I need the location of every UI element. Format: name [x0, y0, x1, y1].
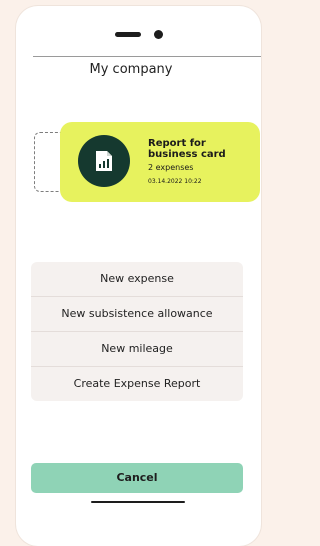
- report-title: Report for business card: [148, 138, 226, 160]
- new-subsistence-allowance-button[interactable]: New subsistence allowance: [31, 297, 243, 332]
- document-chart-icon: [78, 135, 130, 187]
- front-camera: [154, 30, 163, 39]
- header-divider: [33, 56, 261, 57]
- home-indicator[interactable]: [91, 501, 185, 503]
- create-expense-report-button[interactable]: Create Expense Report: [31, 367, 243, 401]
- new-expense-button[interactable]: New expense: [31, 262, 243, 297]
- company-title: My company: [89, 62, 173, 77]
- cancel-button[interactable]: Cancel: [31, 463, 243, 493]
- new-mileage-button[interactable]: New mileage: [31, 332, 243, 367]
- action-list: New expense New subsistence allowance Ne…: [31, 262, 243, 401]
- report-datetime: 03.14.2022 10:22: [148, 178, 202, 185]
- expense-count: 2 expenses: [148, 163, 194, 172]
- speaker-grille: [115, 32, 141, 37]
- report-card[interactable]: Report for business card 2 expenses 03.1…: [60, 122, 260, 202]
